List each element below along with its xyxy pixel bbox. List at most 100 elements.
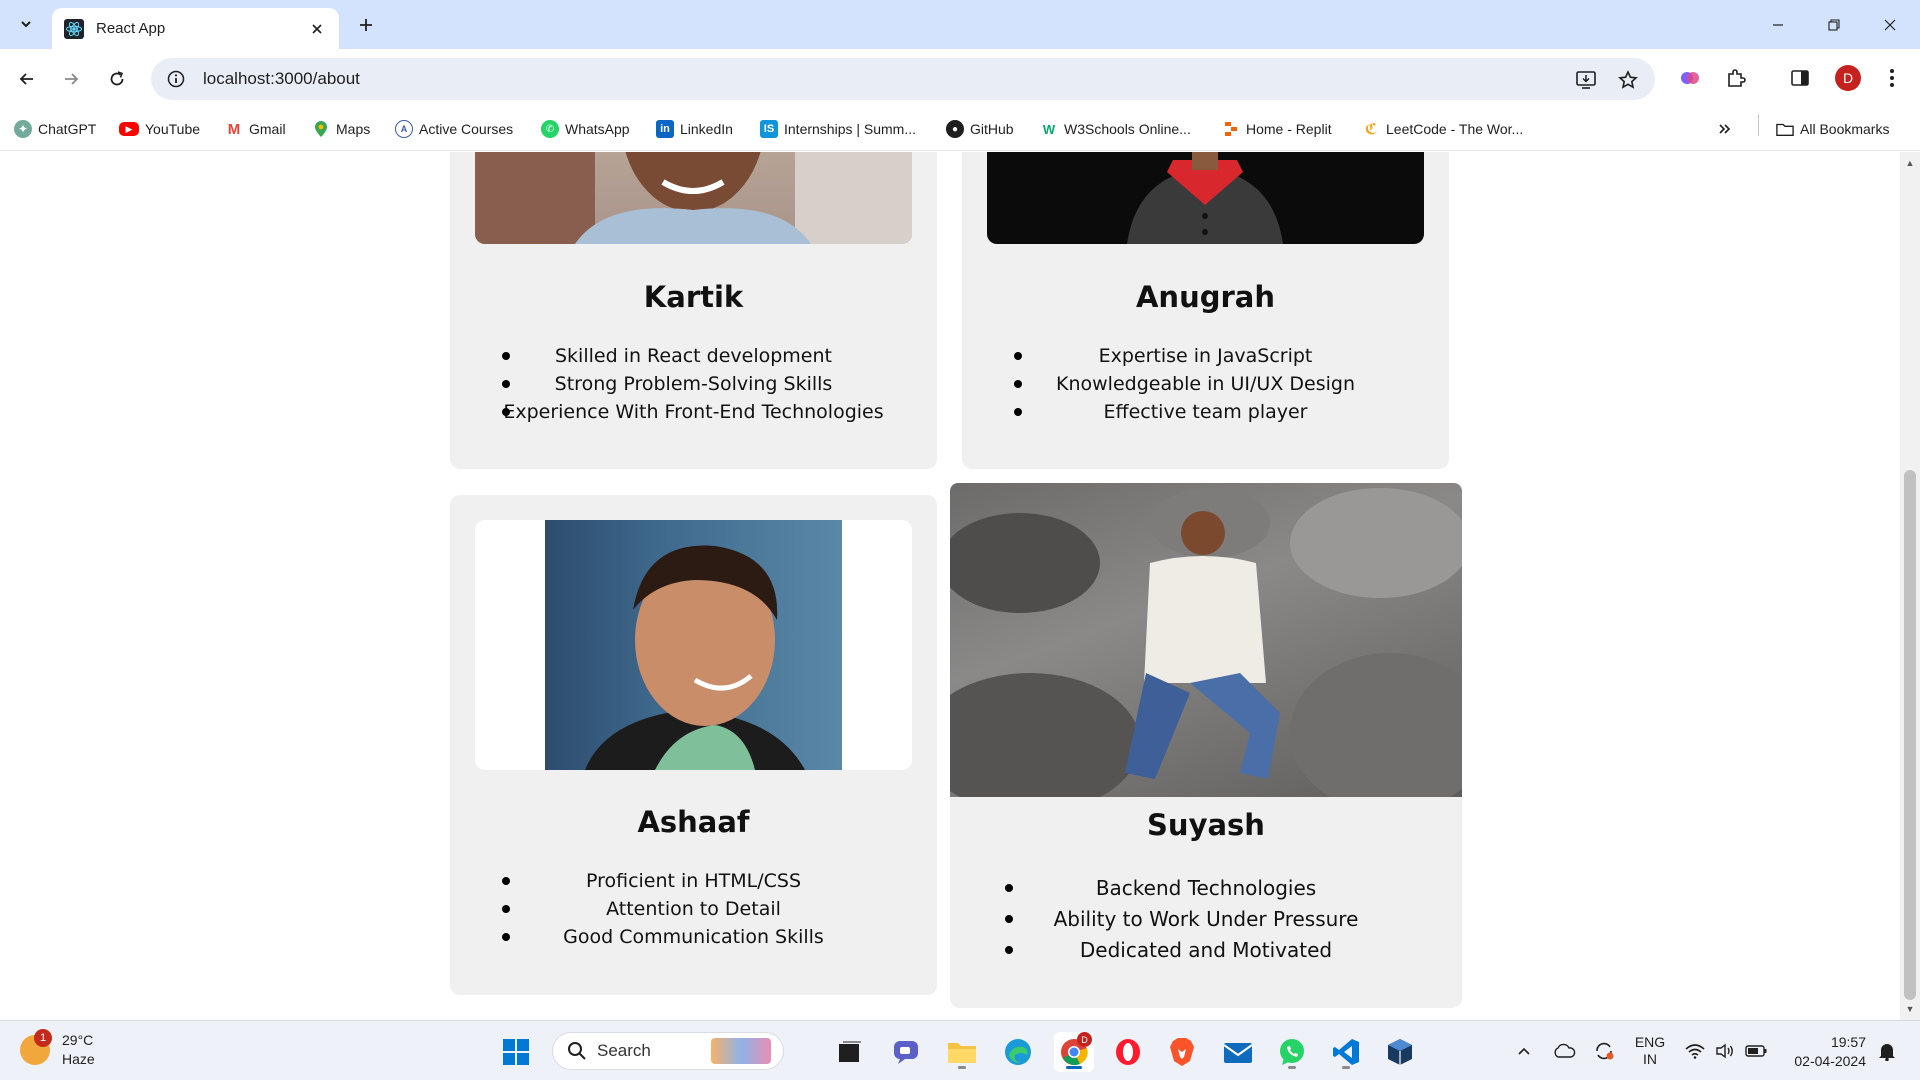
file-explorer-button[interactable] [942,1032,982,1072]
bookmark-gmail[interactable]: M Gmail [225,116,286,142]
extension-brain-button[interactable] [1674,62,1706,94]
scroll-up-icon[interactable]: ▲ [1904,156,1916,170]
bookmark-label: Internships | Summ... [784,121,917,137]
vscode-button[interactable] [1326,1032,1366,1072]
bookmark-github[interactable]: ● GitHub [946,116,1014,142]
tab-search-button[interactable] [12,10,40,38]
skills-list: Proficient in HTML/CSS Attention to Deta… [450,867,937,951]
bullet-icon [502,352,510,360]
language-indicator[interactable]: ENG IN [1628,1021,1672,1080]
chatgpt-icon: ✦ [14,120,32,138]
chrome-button[interactable]: D [1054,1032,1094,1072]
browser-toolbar: localhost:3000/about D [0,49,1920,108]
skills-list: Backend Technologies Ability to Work Und… [950,873,1462,966]
bookmark-internshala[interactable]: IS Internships | Summ... [760,116,916,142]
taskbar-search-box[interactable]: Search [552,1032,784,1070]
clock-time: 19:57 [1830,1034,1866,1050]
courses-icon: A [395,120,413,138]
side-panel-button[interactable] [1784,62,1816,94]
profile-photo-frame [475,520,912,770]
extensions-button[interactable] [1720,62,1752,94]
opera-button[interactable] [1108,1032,1148,1072]
language-code: ENG [1634,1034,1666,1050]
plus-icon [360,19,372,31]
restore-icon [1828,18,1840,31]
scroll-thumb[interactable] [1904,470,1916,1000]
bookmark-w3schools[interactable]: W W3Schools Online... [1040,116,1191,142]
avatar: D [1835,65,1861,91]
skill-item: Dedicated and Motivated [950,935,1462,966]
edge-icon [1005,1039,1031,1065]
site-info-button[interactable] [155,58,197,100]
profile-photo [987,152,1424,244]
whatsapp-taskbar-button[interactable] [1272,1032,1312,1072]
task-view-button[interactable] [830,1032,870,1072]
bookmark-whatsapp[interactable]: ✆ WhatsApp [541,116,630,142]
bookmark-label: GitHub [970,121,1014,137]
brave-button[interactable] [1162,1032,1202,1072]
onedrive-button[interactable] [1548,1021,1580,1080]
start-button[interactable] [496,1032,536,1072]
bookmark-chatgpt[interactable]: ✦ ChatGPT [14,116,96,142]
skill-item: Effective team player [962,398,1449,426]
weather-widget[interactable]: 1 29°C Haze [20,1029,95,1069]
bookmark-maps[interactable]: Maps [312,116,370,142]
clock-date: 02-04-2024 [1794,1053,1866,1069]
chrome-menu-button[interactable] [1876,62,1908,94]
side-panel-icon [1791,70,1809,86]
running-indicator [1342,1066,1350,1069]
address-bar[interactable]: localhost:3000/about [151,58,1655,100]
scroll-down-icon[interactable]: ▼ [1904,1002,1916,1016]
bookmark-label: LeetCode - The Wor... [1386,121,1524,137]
weather-description: Haze [62,1051,95,1067]
react-logo-icon [64,18,84,39]
bullet-icon [502,380,510,388]
browser-tab[interactable]: React App [52,8,339,49]
install-app-button[interactable] [1573,67,1599,93]
back-button[interactable] [11,63,43,95]
bullet-icon [1005,946,1013,954]
new-tab-button[interactable] [352,11,380,39]
skills-list: Skilled in React development Strong Prob… [450,342,937,426]
page-scrollbar[interactable]: ▲ ▼ [1900,152,1920,1020]
close-window-button[interactable] [1862,0,1918,49]
all-bookmarks-button[interactable]: All Bookmarks [1776,116,1889,142]
profile-photo [950,483,1462,797]
bookmark-label: LinkedIn [680,121,733,137]
show-hidden-icons-button[interactable] [1510,1021,1538,1080]
task-view-icon [839,1041,861,1062]
restore-button[interactable] [1806,0,1862,49]
skill-item: Knowledgeable in UI/UX Design [962,370,1449,398]
system-clock[interactable]: 19:57 02-04-2024 [1772,1033,1866,1071]
bookmark-active-courses[interactable]: A Active Courses [395,116,513,142]
bullet-icon [1005,915,1013,923]
profile-button[interactable]: D [1832,62,1864,94]
bookmark-replit[interactable]: Home - Replit [1222,116,1332,142]
more-bookmarks-button[interactable] [1718,116,1732,142]
folder-icon [1776,120,1794,138]
quick-settings-button[interactable] [1684,1021,1768,1080]
running-indicator [1288,1066,1296,1069]
team-card-suyash[interactable]: Suyash Backend Technologies Ability to W… [950,483,1462,1008]
bookmark-leetcode[interactable]: ℭ LeetCode - The Wor... [1362,116,1523,142]
info-icon [167,70,185,88]
bookmark-linkedin[interactable]: in LinkedIn [656,116,733,142]
mail-button[interactable] [1218,1032,1258,1072]
minimize-button[interactable] [1750,0,1806,49]
maps-icon [312,120,330,138]
puzzle-icon [1728,69,1746,87]
reload-button[interactable] [101,63,133,95]
forward-button[interactable] [55,63,87,95]
teams-chat-button[interactable] [886,1032,926,1072]
reload-icon [110,71,124,86]
notifications-button[interactable] [1872,1021,1902,1080]
virtualbox-button[interactable] [1380,1032,1420,1072]
bookmark-star-button[interactable] [1615,67,1641,93]
tab-close-button[interactable] [307,19,327,39]
edge-button[interactable] [998,1032,1038,1072]
sync-button[interactable] [1588,1021,1620,1080]
bookmark-youtube[interactable]: ▶ YouTube [119,116,200,142]
url-text[interactable]: localhost:3000/about [203,69,1655,89]
minimize-icon [1773,23,1783,26]
brain-extension-icon [1681,72,1699,84]
